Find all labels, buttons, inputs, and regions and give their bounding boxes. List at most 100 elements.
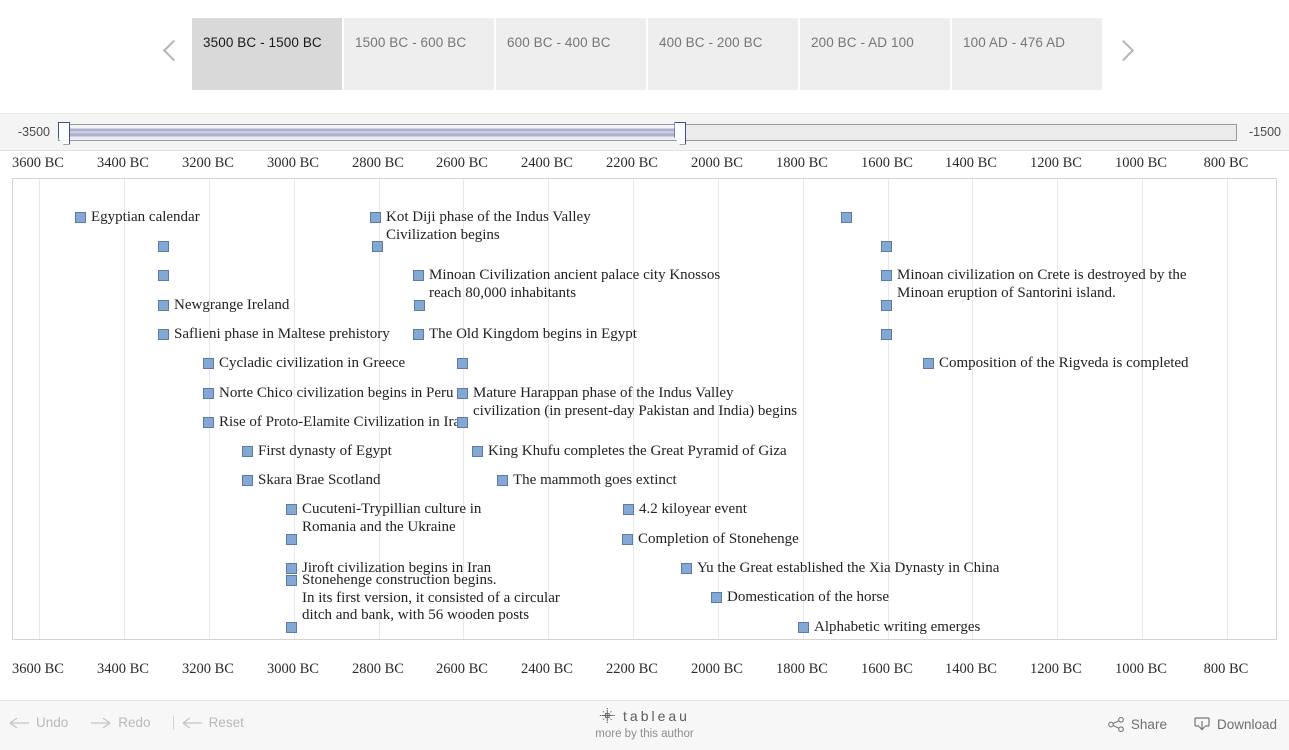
event-marker[interactable] [370,212,381,223]
event-marker[interactable] [923,358,934,369]
slider-track[interactable] [58,124,1237,141]
timeline-event[interactable] [158,267,169,281]
period-tab-2[interactable]: 600 BC - 400 BC [496,18,648,90]
period-tab-5[interactable]: 100 AD - 476 AD [952,18,1104,90]
event-marker[interactable] [881,329,892,340]
event-marker[interactable] [623,504,634,515]
year-range-slider[interactable]: -3500 -1500 [0,113,1289,151]
timeline-event[interactable]: Stonehenge construction begins. In its f… [286,572,560,625]
timeline-event[interactable]: First dynasty of Egypt [242,443,392,461]
timeline-event[interactable] [881,297,892,311]
tab-prev-button[interactable] [152,14,192,94]
event-marker[interactable] [457,388,468,399]
timeline-event[interactable]: Newgrange Ireland [158,297,289,315]
event-marker[interactable] [286,504,297,515]
event-marker[interactable] [457,417,468,428]
event-marker[interactable] [497,475,508,486]
event-marker[interactable] [881,270,892,281]
timeline-event[interactable]: King Khufu completes the Great Pyramid o… [472,443,787,461]
period-tab-1[interactable]: 1500 BC - 600 BC [344,18,496,90]
timeline-event[interactable] [881,238,892,252]
timeline-event[interactable]: Skara Brae Scotland [242,472,380,490]
event-marker[interactable] [286,622,297,633]
event-marker[interactable] [242,475,253,486]
timeline-event[interactable] [881,326,892,340]
timeline-event[interactable] [457,355,468,369]
event-label: The mammoth goes extinct [513,472,677,490]
event-marker[interactable] [798,622,809,633]
reset-button[interactable]: Reset [173,715,244,730]
event-marker[interactable] [622,534,633,545]
event-marker[interactable] [158,270,169,281]
tab-next-button[interactable] [1104,14,1144,94]
timeline-event[interactable]: Domestication of the horse [711,589,889,607]
axis-tick-top-0: 3600 BC [12,153,64,173]
timeline-event[interactable]: Minoan civilization on Crete is destroye… [881,267,1187,302]
event-marker[interactable] [203,358,214,369]
more-by-author-link[interactable]: more by this author [595,728,693,740]
share-button[interactable]: Share [1108,717,1167,732]
timeline-event[interactable]: The Old Kingdom begins in Egypt [413,326,637,344]
timeline-event[interactable]: Saflieni phase in Maltese prehistory [158,326,390,344]
timeline-event[interactable]: Norte Chico civilization begins in Peru [203,385,454,403]
axis-tick-bottom-11: 1400 BC [945,659,997,679]
period-tab-4[interactable]: 200 BC - AD 100 [800,18,952,90]
event-marker[interactable] [841,212,852,223]
timeline-event[interactable]: Kot Diji phase of the Indus Valley Civil… [370,209,591,244]
timeline-event[interactable]: The mammoth goes extinct [497,472,677,490]
timeline-event[interactable]: Composition of the Rigveda is completed [923,355,1189,373]
timeline-event[interactable] [158,238,169,252]
event-label: First dynasty of Egypt [258,443,392,461]
timeline-event[interactable] [286,531,297,545]
timeline-event[interactable] [414,297,425,311]
timeline-event[interactable]: Completion of Stonehenge [622,531,799,549]
timeline-event[interactable] [841,209,852,223]
tableau-logo[interactable]: tableau [595,707,693,724]
event-marker[interactable] [413,270,424,281]
timeline-event[interactable]: 4.2 kiloyear event [623,501,747,519]
event-marker[interactable] [203,417,214,428]
event-marker[interactable] [372,241,383,252]
timeline-event[interactable]: Mature Harappan phase of the Indus Valle… [457,385,797,420]
slider-handle-left[interactable] [58,122,70,145]
event-marker[interactable] [881,300,892,311]
timeline-event[interactable]: Cucuteni-Trypillian culture in Romania a… [286,501,481,536]
history-controls: Undo Redo Reset [8,715,266,730]
event-marker[interactable] [75,212,86,223]
timeline-event[interactable]: Minoan Civilization ancient palace city … [413,267,720,302]
event-marker[interactable] [242,446,253,457]
event-marker[interactable] [286,575,297,586]
timeline-event[interactable]: Rise of Proto-Elamite Civilization in Ir… [203,414,468,432]
tab-list: 3500 BC - 1500 BC1500 BC - 600 BC600 BC … [192,18,1104,90]
event-marker[interactable] [681,563,692,574]
event-marker[interactable] [457,358,468,369]
slider-handle-right[interactable] [674,122,686,145]
event-marker[interactable] [158,329,169,340]
timeline-event[interactable] [457,414,468,428]
redo-button[interactable]: Redo [90,715,150,730]
event-marker[interactable] [158,300,169,311]
axis-tick-bottom-7: 2200 BC [606,659,658,679]
event-marker[interactable] [472,446,483,457]
undo-button[interactable]: Undo [8,715,68,730]
event-marker[interactable] [414,300,425,311]
timeline-event[interactable]: Egyptian calendar [75,209,200,227]
axis-tick-bottom-10: 1600 BC [861,659,913,679]
event-marker[interactable] [158,241,169,252]
axis-tick-bottom-8: 2000 BC [691,659,743,679]
event-marker[interactable] [203,388,214,399]
event-marker[interactable] [286,534,297,545]
timeline-event[interactable] [286,619,297,633]
period-tab-0[interactable]: 3500 BC - 1500 BC [192,18,344,90]
event-marker[interactable] [881,241,892,252]
timeline-event[interactable]: Cycladic civilization in Greece [203,355,405,373]
reset-label: Reset [209,715,244,730]
event-marker[interactable] [413,329,424,340]
download-button[interactable]: Download [1193,717,1277,732]
timeline-event[interactable]: Alphabetic writing emerges [798,619,980,637]
timeline-event[interactable]: Yu the Great established the Xia Dynasty… [681,560,999,578]
period-tab-3[interactable]: 400 BC - 200 BC [648,18,800,90]
event-label: King Khufu completes the Great Pyramid o… [488,443,787,461]
timeline-event[interactable] [372,238,383,252]
event-marker[interactable] [711,592,722,603]
